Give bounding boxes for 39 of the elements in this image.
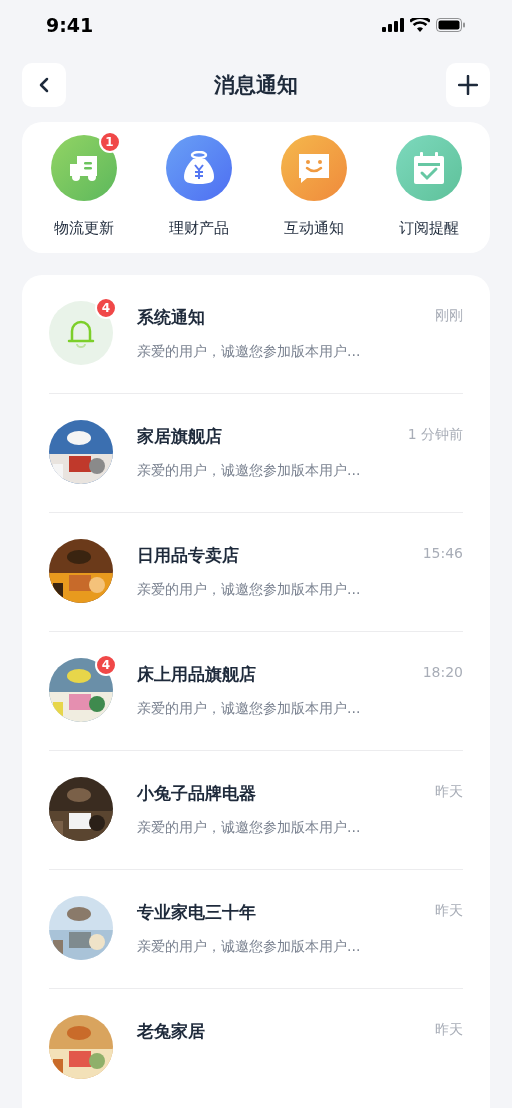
sender-name: 老兔家居 [137,1020,205,1043]
plus-icon [458,75,478,96]
smiley-chat-icon [296,152,331,185]
status-time: 9:41 [46,13,94,39]
message-preview: 亲爱的用户，诚邀您参加版本用户... [137,341,362,361]
message-time: 昨天 [435,901,463,920]
message-preview: 亲爱的用户，诚邀您参加版本用户... [137,698,362,718]
back-icon [39,77,49,94]
message-preview: 亲爱的用户，诚邀您参加版本用户... [137,936,362,956]
bell-icon [67,318,95,348]
money-bag-icon [182,151,215,186]
unread-badge: 1 [98,131,121,154]
signal-icon [382,18,404,33]
page-title: 消息通知 [214,71,298,99]
message-time: 刚刚 [435,306,463,325]
add-button[interactable] [446,63,490,108]
battery-icon [436,18,466,33]
message-time: 昨天 [435,782,463,801]
message-preview: 亲爱的用户，诚邀您参加版本用户... [137,579,362,599]
message-time: 1 分钟前 [407,425,463,444]
message-preview: 亲爱的用户，诚邀您参加版本用户... [137,817,362,837]
message-time: 18:20 [422,663,463,682]
wifi-icon [410,18,430,33]
category-item[interactable]: 互动通知 [263,135,364,240]
sender-name: 专业家电三十年 [137,901,256,924]
unread-badge: 4 [95,297,117,319]
sender-name: 家居旗舰店 [137,425,222,448]
message-preview: 亲爱的用户，诚邀您参加版本用户... [137,460,362,480]
back-button[interactable] [22,63,66,108]
unread-badge: 4 [95,654,117,676]
calendar-check-icon [411,151,446,186]
category-item[interactable]: 理财产品 [148,135,249,240]
sender-name: 系统通知 [137,306,205,329]
message-time: 15:46 [422,544,463,563]
sender-name: 小兔子品牌电器 [137,782,256,805]
message-time: 昨天 [435,1020,463,1039]
sender-name: 床上用品旗舰店 [137,663,256,686]
category-item[interactable]: 订阅提醒 [378,135,479,240]
sender-name: 日用品专卖店 [137,544,239,567]
